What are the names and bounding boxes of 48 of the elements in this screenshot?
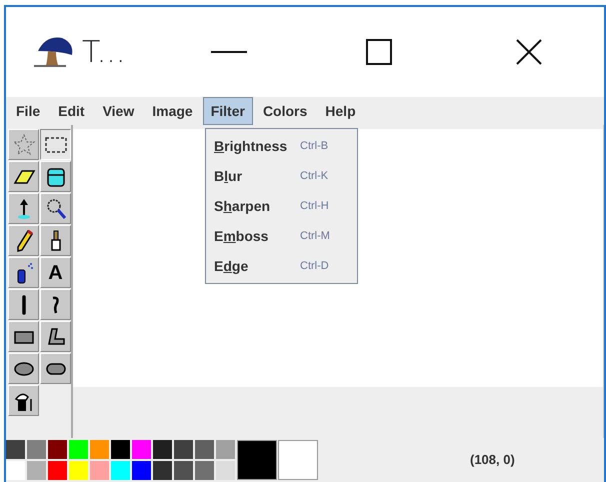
tool-button[interactable] xyxy=(40,129,71,160)
color-swatch[interactable] xyxy=(153,440,172,459)
color-swatch[interactable] xyxy=(111,461,130,480)
line-icon xyxy=(20,294,26,314)
color-swatch[interactable] xyxy=(111,440,130,459)
color-swatch[interactable] xyxy=(69,461,88,480)
tool-button[interactable]: A xyxy=(40,257,71,288)
close-icon xyxy=(516,39,542,65)
shortcut-label: Ctrl-D xyxy=(300,258,329,274)
menu-item[interactable]: Filter xyxy=(202,97,253,125)
menu-item[interactable]: Help xyxy=(317,97,364,125)
color-swatch[interactable] xyxy=(27,440,46,459)
color-swatch[interactable] xyxy=(90,440,109,459)
shortcut-label: Ctrl-K xyxy=(300,168,328,184)
menu-entry[interactable]: Sharpen xyxy=(214,196,300,216)
shortcut-label: Ctrl-B xyxy=(300,138,328,154)
shortcut-label: Ctrl-H xyxy=(300,198,329,214)
color-swatch[interactable] xyxy=(48,461,67,480)
color-swatch[interactable] xyxy=(174,461,193,480)
color-swatch[interactable] xyxy=(132,461,151,480)
minimize-icon xyxy=(211,50,247,54)
star-select-icon xyxy=(12,132,36,156)
color-swatch[interactable] xyxy=(27,461,46,480)
menu-entry[interactable]: Brightness xyxy=(214,136,300,156)
color-swatch[interactable] xyxy=(90,461,109,480)
maximize-icon xyxy=(366,39,392,65)
color-swatch[interactable] xyxy=(132,440,151,459)
color-swatch[interactable] xyxy=(6,461,25,480)
curve-icon xyxy=(51,296,60,314)
color-swatch[interactable] xyxy=(69,440,88,459)
menu-item[interactable]: View xyxy=(94,97,142,125)
menu-item[interactable]: File xyxy=(8,97,48,125)
menu-entry[interactable]: Blur xyxy=(214,166,300,186)
color-swatch[interactable] xyxy=(195,461,214,480)
color-swatch[interactable] xyxy=(216,440,235,459)
menu-entry[interactable]: Edge xyxy=(214,256,300,276)
color-swatch[interactable] xyxy=(195,440,214,459)
menu-item[interactable]: Image xyxy=(144,97,201,125)
color-swatch[interactable] xyxy=(174,440,193,459)
shortcut-label: Ctrl-M xyxy=(300,228,330,244)
menu-entry[interactable]: Emboss xyxy=(214,226,300,246)
window-title: T... xyxy=(82,34,126,72)
color-swatch[interactable] xyxy=(6,440,25,459)
color-swatch[interactable] xyxy=(48,440,67,459)
menu-item[interactable]: Colors xyxy=(254,97,316,125)
cursor-coordinates: (108, 0) xyxy=(470,451,515,470)
menu-item[interactable]: Edit xyxy=(50,97,93,125)
color-swatch[interactable] xyxy=(153,461,172,480)
